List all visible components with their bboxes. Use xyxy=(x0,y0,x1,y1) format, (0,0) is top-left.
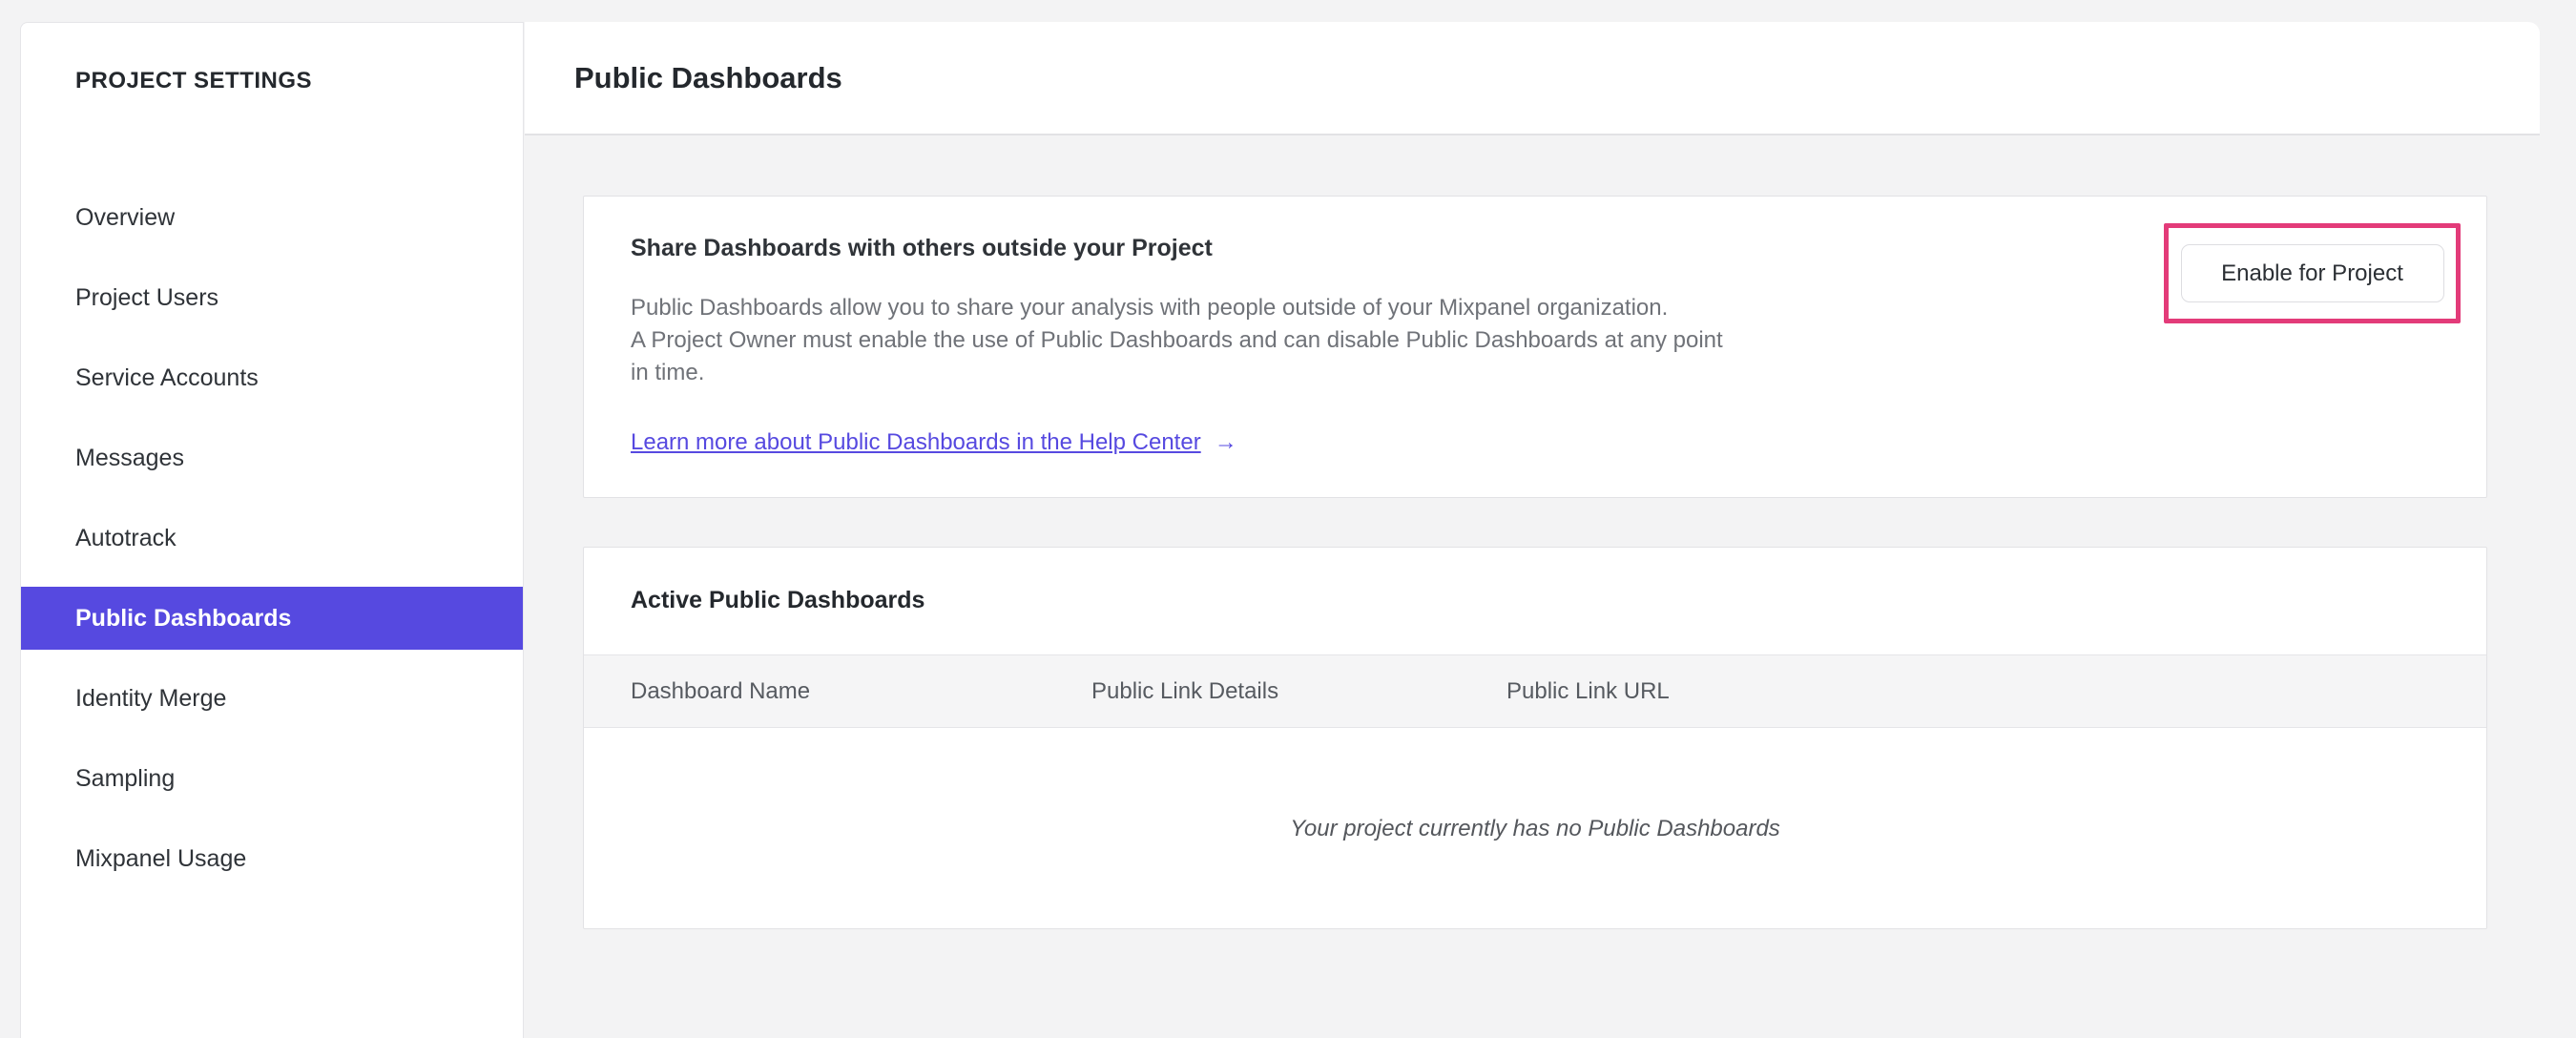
sidebar-item-label: Overview xyxy=(75,203,176,231)
sidebar-item-label: Sampling xyxy=(75,764,176,792)
sidebar-item-label: Messages xyxy=(75,444,184,471)
sidebar-item-label: Mixpanel Usage xyxy=(75,844,247,872)
description-line: A Project Owner must enable the use of P… xyxy=(631,327,1723,353)
sidebar-item-messages[interactable]: Messages xyxy=(21,426,523,489)
sidebar-title: PROJECT SETTINGS xyxy=(75,68,313,93)
page-header: Public Dashboards xyxy=(525,22,2540,135)
column-header-dashboard-name: Dashboard Name xyxy=(631,677,811,704)
annotation-highlight-box: Enable for Project xyxy=(2164,223,2461,323)
arrow-right-icon: → xyxy=(1214,429,1237,455)
main-content: Share Dashboards with others outside you… xyxy=(525,137,2576,1038)
sidebar-item-label: Service Accounts xyxy=(75,363,259,391)
sidebar-item-autotrack[interactable]: Autotrack xyxy=(21,507,523,570)
sidebar-item-label: Project Users xyxy=(75,283,219,311)
share-card-description: Public Dashboards allow you to share you… xyxy=(631,292,1723,389)
sidebar-item-identity-merge[interactable]: Identity Merge xyxy=(21,667,523,730)
empty-state-message: Your project currently has no Public Das… xyxy=(1290,816,1780,841)
enable-for-project-button[interactable]: Enable for Project xyxy=(2180,244,2444,302)
description-line: Public Dashboards allow you to share you… xyxy=(631,295,1669,321)
sidebar-item-service-accounts[interactable]: Service Accounts xyxy=(21,346,523,409)
sidebar-item-public-dashboards[interactable]: Public Dashboards xyxy=(21,587,523,650)
share-card-heading: Share Dashboards with others outside you… xyxy=(631,235,1213,261)
page-title: Public Dashboards xyxy=(574,60,842,94)
column-header-public-link-details: Public Link Details xyxy=(1091,677,1279,704)
description-line: in time. xyxy=(631,360,705,385)
sidebar-item-project-users[interactable]: Project Users xyxy=(21,266,523,329)
sidebar-item-overview[interactable]: Overview xyxy=(21,186,523,249)
help-link-row: Learn more about Public Dashboards in th… xyxy=(631,429,1237,456)
dashboards-table-header: Dashboard Name Public Link Details Publi… xyxy=(584,654,2486,728)
active-card-heading: Active Public Dashboards xyxy=(631,587,925,613)
sidebar-item-mixpanel-usage[interactable]: Mixpanel Usage xyxy=(21,827,523,890)
settings-sidebar: PROJECT SETTINGS Overview Project Users … xyxy=(20,22,524,1038)
active-dashboards-card: Active Public Dashboards Dashboard Name … xyxy=(583,547,2487,929)
sidebar-item-label: Identity Merge xyxy=(75,684,227,712)
help-center-link[interactable]: Learn more about Public Dashboards in th… xyxy=(631,429,1201,456)
sidebar-nav: Overview Project Users Service Accounts … xyxy=(21,186,523,907)
sidebar-item-label: Public Dashboards xyxy=(75,604,292,632)
share-dashboards-card: Share Dashboards with others outside you… xyxy=(583,196,2487,498)
column-header-public-link-url: Public Link URL xyxy=(1506,677,1670,704)
project-settings-page: PROJECT SETTINGS Overview Project Users … xyxy=(0,0,2576,1038)
sidebar-item-label: Autotrack xyxy=(75,524,177,551)
sidebar-item-sampling[interactable]: Sampling xyxy=(21,747,523,810)
empty-state-row: Your project currently has no Public Das… xyxy=(584,729,2486,929)
